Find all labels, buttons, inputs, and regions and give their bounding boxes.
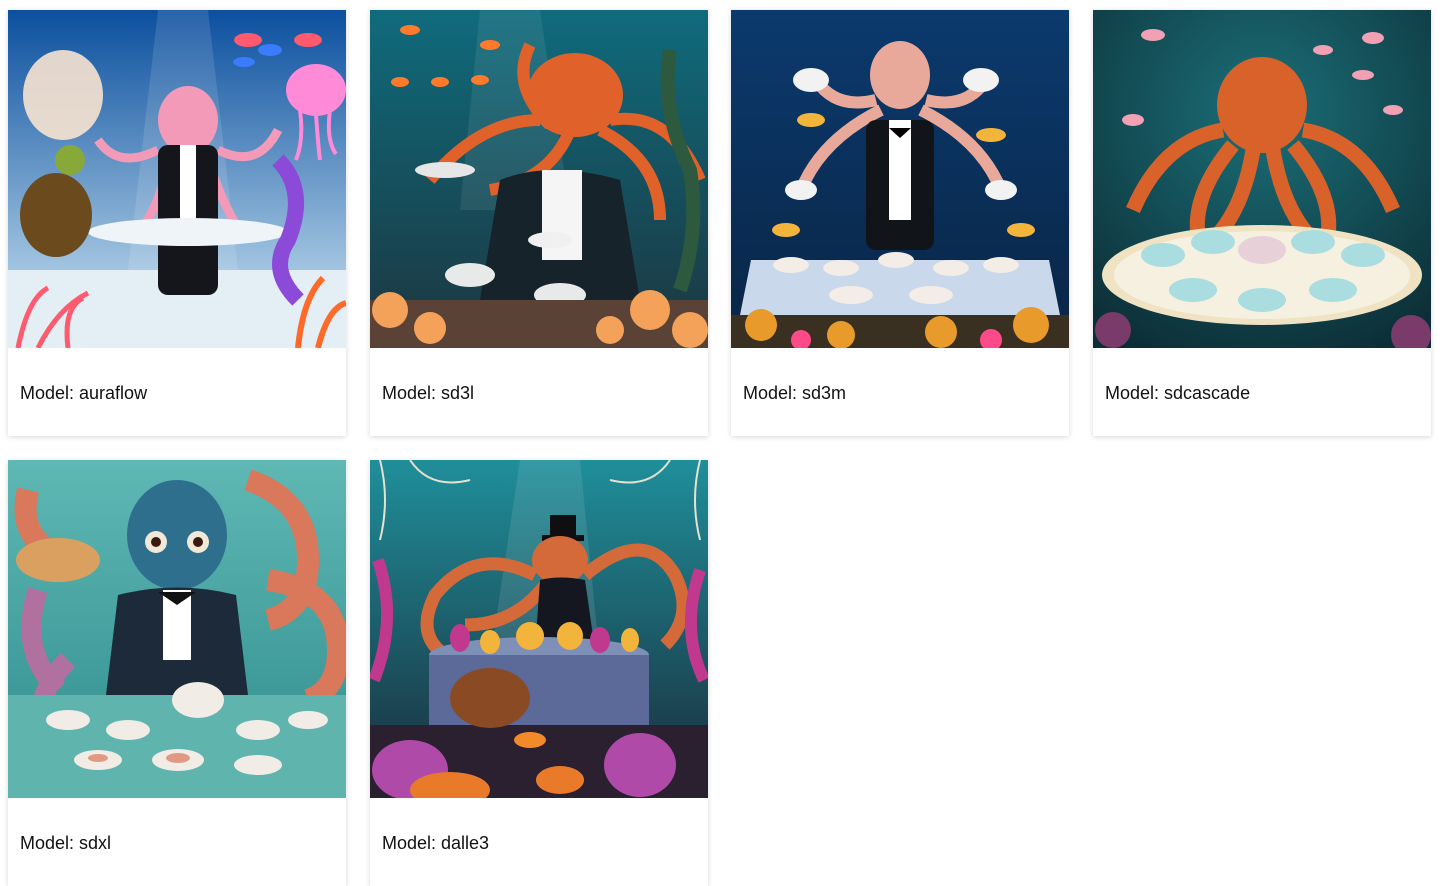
gallery-card[interactable]: Model: sdxl (8, 460, 346, 886)
gallery-card[interactable]: Model: sd3l (370, 10, 708, 436)
gallery-card[interactable]: Model: sd3m (731, 10, 1069, 436)
card-caption: Model: auraflow (20, 383, 148, 403)
card-caption: Model: dalle3 (382, 833, 490, 853)
gallery-card[interactable]: Model: auraflow (8, 10, 346, 436)
card-caption: Model: sdxl (20, 833, 112, 853)
card-image[interactable] (731, 10, 1069, 348)
card-image[interactable] (370, 460, 708, 798)
gallery-card[interactable]: Model: dalle3 (370, 460, 708, 886)
image-gallery: Model: auraflow Model: sd3l Model: sd3m … (0, 0, 1440, 886)
card-image[interactable] (8, 460, 346, 798)
card-image[interactable] (370, 10, 708, 348)
gallery-card[interactable]: Model: sdcascade (1093, 10, 1431, 436)
card-caption: Model: sdcascade (1105, 383, 1251, 403)
card-image[interactable] (1093, 10, 1431, 348)
card-image[interactable] (8, 10, 346, 348)
card-caption: Model: sd3l (382, 383, 475, 403)
card-caption: Model: sd3m (743, 383, 847, 403)
